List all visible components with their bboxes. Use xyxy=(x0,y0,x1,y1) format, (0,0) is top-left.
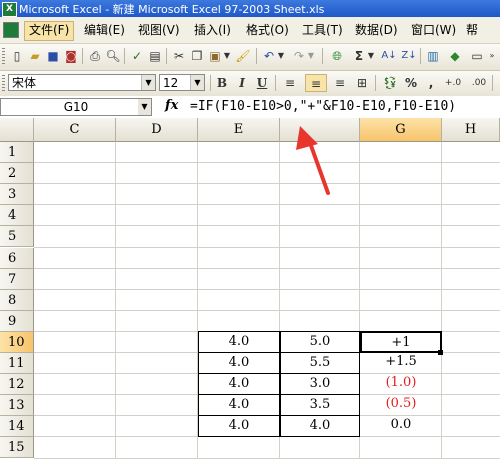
arrow-shaft xyxy=(307,138,330,195)
menu-tools[interactable]: 工具(T) xyxy=(298,21,347,39)
menu-help[interactable]: 帮 xyxy=(462,21,482,39)
title-bar: X Microsoft Excel - 新建 Microsoft Excel 9… xyxy=(0,0,500,17)
chevron-down-icon[interactable]: ▼ xyxy=(141,75,155,90)
decrease-decimal-button[interactable]: .00 xyxy=(470,74,488,92)
font-name-value: 宋体 xyxy=(12,76,37,90)
workbook-icon[interactable] xyxy=(3,22,19,38)
toolbar-grip[interactable] xyxy=(2,48,5,64)
name-box[interactable]: G10 ▼ xyxy=(0,98,152,116)
format-painter-icon[interactable]: 🖌︎ xyxy=(234,47,252,65)
menu-data[interactable]: 数据(D) xyxy=(351,21,402,39)
font-name-combo[interactable]: 宋体 ▼ xyxy=(8,74,156,91)
menu-view[interactable]: 视图(V) xyxy=(134,21,184,39)
align-left-icon[interactable]: ≡ xyxy=(281,74,299,92)
cut-icon[interactable]: ✂ xyxy=(170,47,188,65)
annotation-arrow xyxy=(296,126,330,195)
print-icon[interactable]: ⎙ xyxy=(86,47,104,65)
percent-style-button[interactable]: % xyxy=(402,74,420,92)
permission-icon[interactable]: ◙ xyxy=(62,47,80,65)
currency-icon[interactable]: 💱︎ xyxy=(381,74,399,92)
redo-dropdown-icon[interactable]: ▼ xyxy=(306,47,316,65)
window-title: Microsoft Excel - 新建 Microsoft Excel 97-… xyxy=(19,3,325,16)
name-box-value: G10 xyxy=(63,100,89,114)
open-icon[interactable]: ▰ xyxy=(26,47,44,65)
comma-style-button[interactable]: , xyxy=(422,74,440,92)
save-icon[interactable]: ■ xyxy=(44,47,62,65)
menu-file[interactable]: 文件(F) xyxy=(24,21,75,41)
autosum-dropdown-icon[interactable]: ▼ xyxy=(366,47,376,65)
hyperlink-icon[interactable]: 🌐︎ xyxy=(328,47,346,65)
formula-bar: G10 ▼ fx =IF(F10-E10>0,"+"&F10-E10,F10-E… xyxy=(0,96,500,119)
print-preview-icon[interactable]: 🔍︎ xyxy=(104,47,122,65)
insert-function-icon[interactable]: fx xyxy=(165,98,178,113)
chart-wizard-icon[interactable]: ▥ xyxy=(424,47,442,65)
font-size-combo[interactable]: 12 ▼ xyxy=(159,74,205,91)
increase-decimal-button[interactable]: +.0 xyxy=(444,74,462,92)
excel-icon: X xyxy=(2,2,17,17)
drawing-icon[interactable]: ◆ xyxy=(446,47,464,65)
worksheet-grid[interactable]: C D E G H 1 2 3 4 5 6 7 8 9 10 11 12 13 14 15 4.0 5.0 +1… xyxy=(0,118,500,469)
spelling-icon[interactable]: ✓ xyxy=(128,47,146,65)
standard-toolbar: ▯ ▰ ■ ◙ ⎙ 🔍︎ ✓ ▤ ✂ ❐ ▣ ▼ 🖌︎ ↶ ▼ ↷ ▼ 🌐︎ Σ… xyxy=(0,44,500,71)
formatting-toolbar: 宋体 ▼ 12 ▼ B I U ≡ ≡ ≡ ⊞ 💱︎ % , +.0 .00 xyxy=(0,71,500,97)
merge-center-icon[interactable]: ⊞ xyxy=(353,74,371,92)
toolbar-options-icon[interactable]: » xyxy=(486,47,498,65)
chevron-down-icon[interactable]: ▼ xyxy=(190,75,204,90)
undo-dropdown-icon[interactable]: ▼ xyxy=(276,47,286,65)
chevron-down-icon[interactable]: ▼ xyxy=(138,99,151,115)
align-center-icon[interactable]: ≡ xyxy=(305,74,327,92)
research-icon[interactable]: ▤ xyxy=(146,47,164,65)
bold-button[interactable]: B xyxy=(213,74,231,92)
menu-bar: 文件(F) 编辑(E) 视图(V) 插入(I) 格式(O) 工具(T) 数据(D… xyxy=(0,17,500,44)
underline-button[interactable]: U xyxy=(253,74,271,92)
toolbar-grip[interactable] xyxy=(2,75,5,91)
align-right-icon[interactable]: ≡ xyxy=(331,74,349,92)
paste-dropdown-icon[interactable]: ▼ xyxy=(222,47,232,65)
arrow-head xyxy=(296,126,318,150)
zoom-icon[interactable]: ▭ xyxy=(468,47,486,65)
menu-edit[interactable]: 编辑(E) xyxy=(80,21,129,39)
font-size-value: 12 xyxy=(163,76,179,90)
sort-descending-icon[interactable]: Z↓ xyxy=(400,47,418,65)
copy-icon[interactable]: ❐ xyxy=(188,47,206,65)
menu-window[interactable]: 窗口(W) xyxy=(407,21,460,39)
menu-format[interactable]: 格式(O) xyxy=(242,21,293,39)
new-icon[interactable]: ▯ xyxy=(8,47,26,65)
italic-button[interactable]: I xyxy=(233,74,251,92)
sort-ascending-icon[interactable]: A↓ xyxy=(380,47,398,65)
menu-insert[interactable]: 插入(I) xyxy=(190,21,235,39)
formula-input[interactable]: =IF(F10-E10>0,"+"&F10-E10,F10-E10) xyxy=(190,99,456,114)
